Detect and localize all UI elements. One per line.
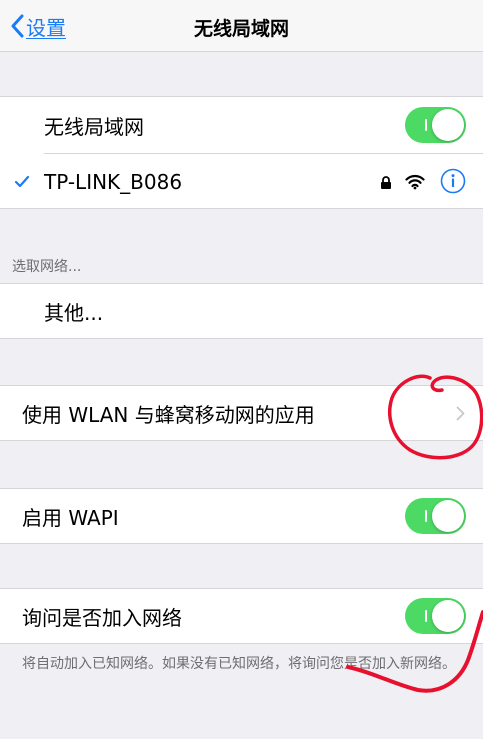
wapi-toggle[interactable]	[405, 498, 466, 534]
chevron-right-icon	[456, 406, 465, 421]
navigation-bar: 设置 无线局域网	[0, 0, 483, 52]
wlan-apps-group: 使用 WLAN 与蜂窝移动网的应用	[0, 385, 483, 441]
lock-icon	[381, 176, 391, 189]
ask-join-group: 询问是否加入网络	[0, 588, 483, 644]
toggle-on-mark	[425, 119, 427, 131]
toggle-knob	[432, 500, 464, 532]
wifi-toggle-label: 无线局域网	[44, 114, 144, 139]
other-network-row[interactable]: 其他...	[0, 284, 483, 338]
wifi-toggle-row: 无线局域网	[0, 97, 483, 153]
wapi-group: 启用 WAPI	[0, 488, 483, 544]
ask-join-row: 询问是否加入网络	[0, 589, 483, 643]
toggle-on-mark	[425, 610, 427, 622]
checkmark-icon	[14, 175, 30, 188]
connected-network-row[interactable]: TP-LINK_B086	[0, 154, 483, 209]
ask-join-label: 询问是否加入网络	[22, 605, 182, 630]
wifi-toggle[interactable]	[405, 107, 466, 143]
ask-join-toggle[interactable]	[405, 598, 466, 634]
ask-join-footer: 将自动加入已知网络。如果没有已知网络，将询问您是否加入新网络。	[22, 656, 456, 672]
wlan-apps-row[interactable]: 使用 WLAN 与蜂窝移动网的应用	[0, 386, 483, 440]
info-button[interactable]	[440, 168, 466, 194]
wapi-label: 启用 WAPI	[22, 505, 119, 530]
info-icon	[440, 168, 466, 194]
wifi-icon	[405, 174, 425, 190]
other-group: 其他...	[0, 283, 483, 339]
other-network-label: 其他...	[44, 300, 104, 325]
choose-network-header: 选取网络...	[12, 259, 82, 275]
page-title: 无线局域网	[193, 18, 289, 40]
connected-network-name: TP-LINK_B086	[44, 169, 183, 194]
wapi-row: 启用 WAPI	[0, 489, 483, 543]
wifi-group: 无线局域网 TP-LINK_B086	[0, 96, 483, 209]
toggle-knob	[432, 600, 464, 632]
wlan-apps-label: 使用 WLAN 与蜂窝移动网的应用	[22, 402, 315, 427]
toggle-on-mark	[425, 510, 427, 522]
toggle-knob	[432, 109, 464, 141]
